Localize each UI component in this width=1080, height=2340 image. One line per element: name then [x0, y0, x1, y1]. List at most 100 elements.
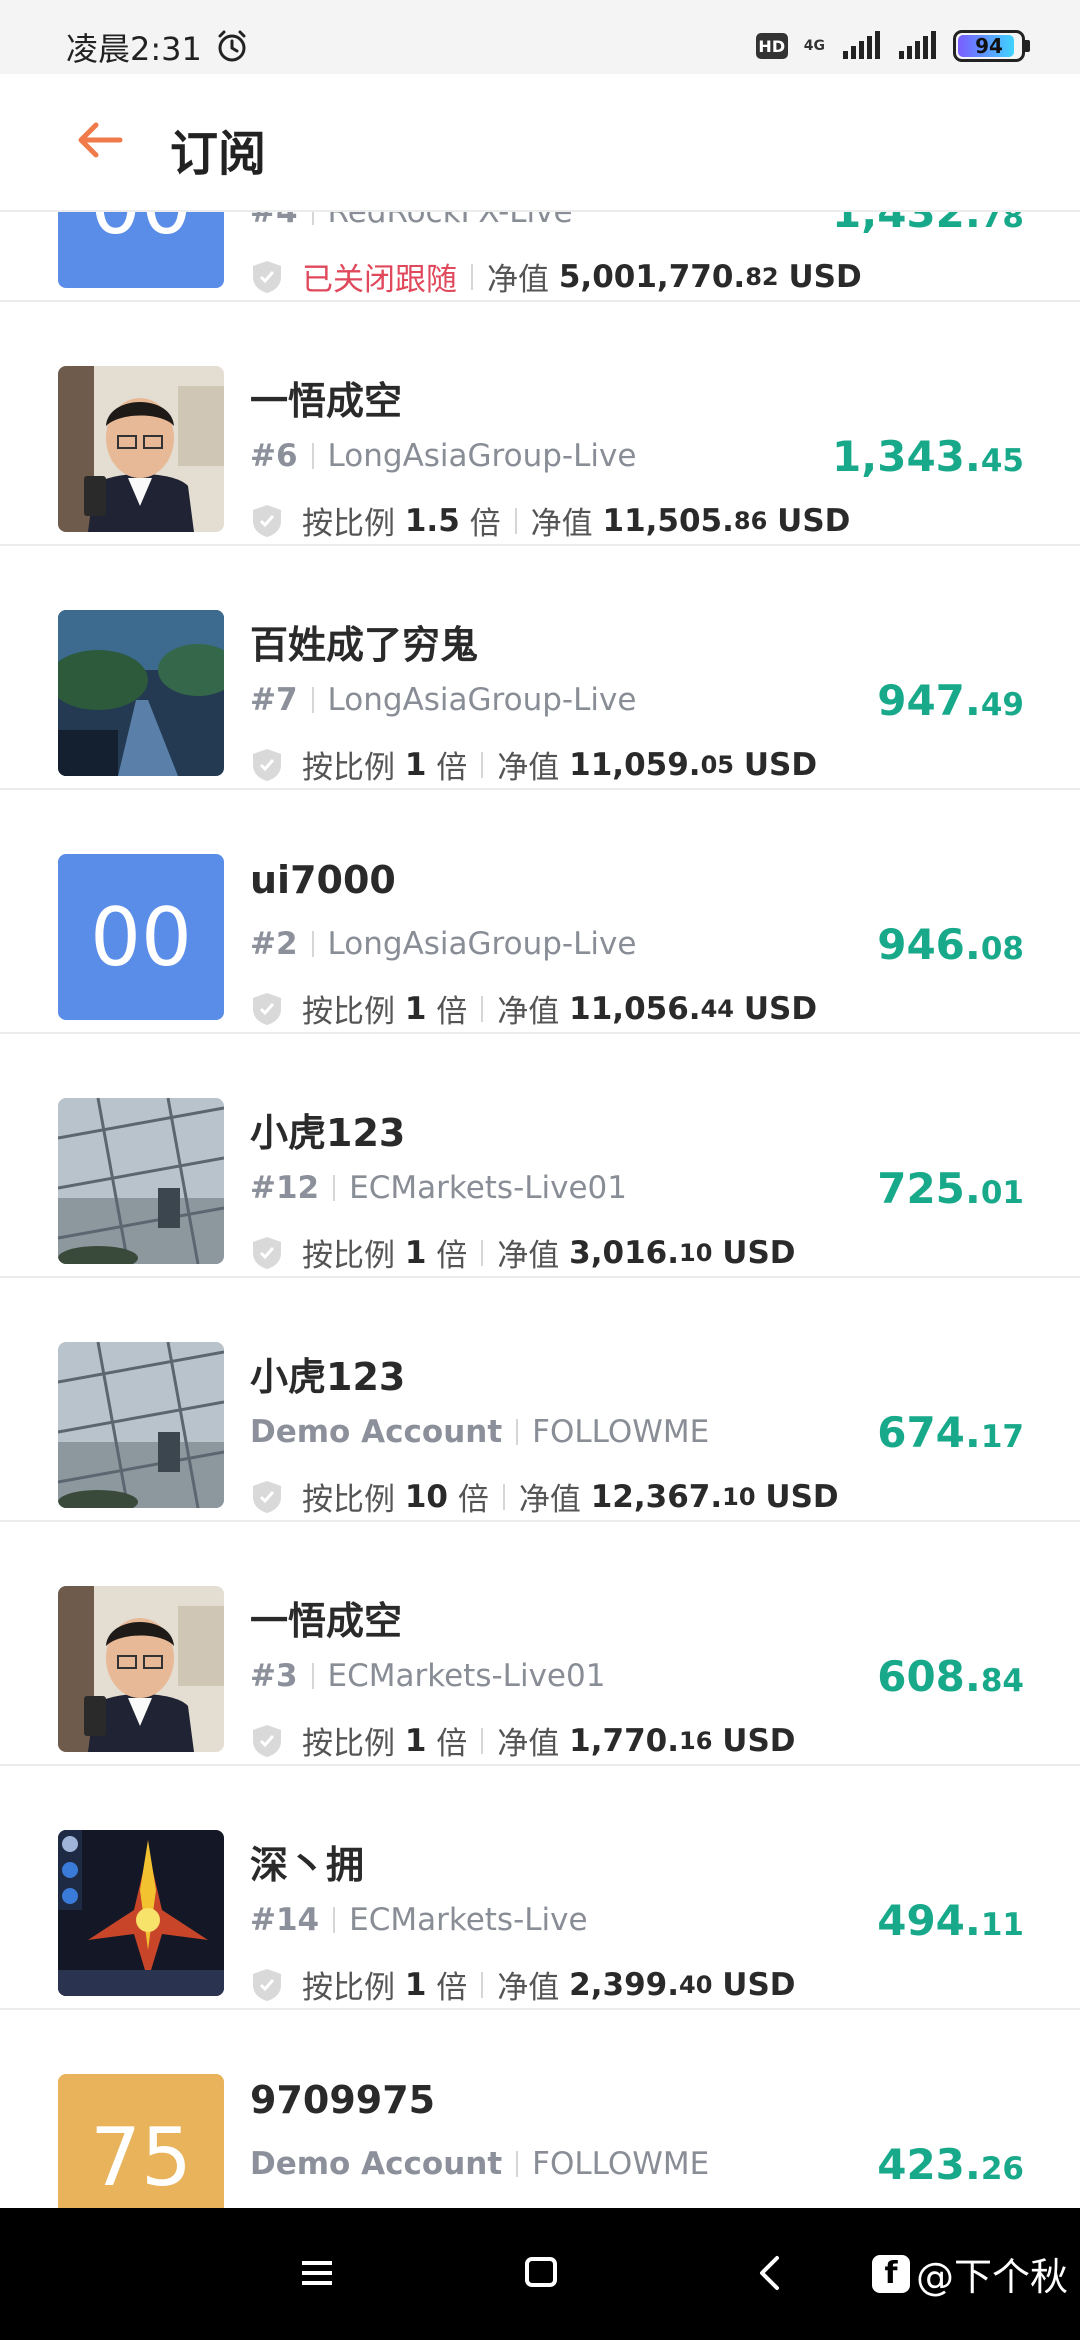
trader-name: 小虎123	[250, 1111, 406, 1155]
currency: USD	[777, 502, 851, 539]
equity-dec: 16	[679, 1726, 713, 1755]
ratio-prefix: 按比例	[302, 1238, 395, 1274]
hd-badge: HD	[755, 33, 788, 59]
equity-dec: 10	[722, 1482, 756, 1511]
ratio-suffix: 倍	[436, 750, 468, 786]
back-arrow-icon[interactable]	[74, 114, 126, 166]
avatar-text: 00	[90, 212, 192, 252]
account-info: #4 RedRockFX-Live	[250, 212, 573, 230]
equity-dec: 10	[679, 1238, 713, 1267]
currency: USD	[788, 258, 862, 295]
night-road-photo-icon	[58, 610, 224, 776]
profit-value: 608.84	[877, 1652, 1024, 1701]
follow-info: 已关闭跟随 净值 5,001,770. 82 USD	[250, 254, 862, 299]
profit-int: 1,343.	[832, 432, 981, 481]
currency: USD	[743, 990, 818, 1027]
account-info: #3 ECMarkets-Live01	[250, 1658, 605, 1694]
list-item[interactable]: 百姓成了穷鬼 #7 LongAsiaGroup-Live 按比例 1 倍 净值 …	[0, 546, 1080, 790]
list-item[interactable]: 小虎123 #12 ECMarkets-Live01 按比例 1 倍 净值 3,…	[0, 1034, 1080, 1278]
equity-label: 净值	[497, 1726, 560, 1762]
account-rank: #2	[250, 926, 298, 962]
equity-label: 净值	[487, 262, 549, 298]
trader-name: ui7000	[250, 858, 396, 902]
profit-dec: 49	[980, 687, 1024, 723]
equity-dec: 05	[700, 750, 734, 779]
server-name: FOLLOWME	[532, 1414, 710, 1450]
profit-value: 946.08	[877, 920, 1024, 969]
shield-icon	[253, 1480, 281, 1513]
avatar	[58, 1586, 224, 1752]
equity-label: 净值	[497, 750, 560, 786]
list-item[interactable]: 00 ui7000 #2 LongAsiaGroup-Live 按比例 1 倍 …	[0, 790, 1080, 1034]
equity-dec: 40	[679, 1970, 713, 1999]
glass-window-photo-icon	[58, 1342, 224, 1508]
equity-dec: 44	[700, 994, 734, 1023]
profit-dec: 26	[980, 2151, 1024, 2187]
battery-level: 94	[975, 34, 1003, 58]
avatar: 00	[58, 854, 224, 1020]
list-item[interactable]: 小虎123 Demo Account FOLLOWME 按比例 10 倍 净值 …	[0, 1278, 1080, 1522]
profit-value: 947.49	[877, 676, 1024, 725]
follow-info: 按比例 1 倍 净值 3,016. 10 USD	[250, 1230, 796, 1275]
currency: USD	[743, 746, 818, 783]
account-info: Demo Account FOLLOWME	[250, 2146, 709, 2182]
shield-icon	[253, 504, 281, 537]
list-item[interactable]: 深丶拥 #14 ECMarkets-Live 按比例 1 倍 净值 2,399.…	[0, 1766, 1080, 2010]
avatar-text: 00	[90, 890, 192, 984]
avatar-text: 75	[90, 2110, 192, 2204]
account-info: Demo Account FOLLOWME	[250, 1414, 709, 1450]
profit-value: 725.01	[877, 1164, 1024, 1213]
equity-dec: 82	[745, 262, 779, 291]
currency: USD	[722, 1722, 796, 1759]
follow-info: 按比例 1 倍 净值 1,770. 16 USD	[250, 1718, 796, 1763]
profit-int: 947.	[877, 676, 981, 725]
profit-int: 725.	[877, 1164, 981, 1213]
list-item[interactable]: 00 #4 RedRockFX-Live 已关闭跟随 净值 5,001,770.…	[0, 212, 1080, 302]
subscription-list[interactable]: 00 #4 RedRockFX-Live 已关闭跟随 净值 5,001,770.…	[0, 212, 1080, 2208]
trader-name: 一悟成空	[250, 379, 403, 423]
alarm-icon	[218, 30, 246, 62]
app-logo-icon: f	[871, 2254, 910, 2293]
profit-int: 608.	[877, 1652, 981, 1701]
game-ship-photo-icon	[58, 1830, 224, 1996]
list-item[interactable]: 一悟成空 #6 LongAsiaGroup-Live 按比例 1.5 倍 净值 …	[0, 302, 1080, 546]
avatar	[58, 1342, 224, 1508]
shield-icon	[253, 992, 281, 1025]
follow-info: 按比例 10 倍 净值 12,367. 10 USD	[250, 1474, 839, 1519]
server-name: ECMarkets-Live01	[349, 1170, 628, 1206]
trader-name: 9709975	[250, 2078, 436, 2122]
avatar	[58, 366, 224, 532]
profit-value: 1,343.45	[832, 432, 1024, 481]
account-rank: #6	[250, 438, 298, 474]
home-square-icon[interactable]	[524, 2256, 558, 2288]
battery-icon: 94	[953, 30, 1025, 62]
ratio-value: 1	[404, 1722, 427, 1759]
ratio-value: 1	[404, 990, 427, 1027]
follow-info: 按比例 1 倍 净值 11,059. 05 USD	[250, 742, 817, 787]
ratio-prefix: 按比例	[302, 994, 395, 1030]
profit-int: 423.	[877, 2140, 981, 2189]
shield-icon	[253, 748, 281, 781]
nav-back-icon[interactable]	[756, 2254, 782, 2292]
trader-name: 百姓成了穷鬼	[250, 623, 479, 667]
ratio-value: 1.5	[404, 502, 460, 539]
avatar	[58, 1098, 224, 1264]
profit-int: 946.	[877, 920, 981, 969]
profit-int: 1,432.	[832, 212, 981, 237]
server-name: ECMarkets-Live	[349, 1902, 588, 1938]
profit-value: 494.11	[877, 1896, 1024, 1945]
ratio-suffix: 倍	[436, 1238, 468, 1274]
list-item[interactable]: 75 9709975 Demo Account FOLLOWME 423.26	[0, 2010, 1080, 2208]
account-info: #6 LongAsiaGroup-Live	[250, 438, 636, 474]
ratio-value: 1	[404, 1234, 427, 1271]
status-time: 凌晨2:31	[66, 30, 202, 68]
ratio-suffix: 倍	[436, 1726, 468, 1762]
menu-icon[interactable]	[300, 2258, 334, 2288]
profit-dec: 17	[980, 1419, 1024, 1455]
profit-value: 1,432.78	[832, 212, 1024, 237]
avatar: 75	[58, 2074, 224, 2208]
currency: USD	[722, 1966, 796, 2003]
watermark: f @下个秋	[871, 2246, 1068, 2301]
status-bar: 凌晨2:31 HD 4G 94	[0, 0, 1080, 74]
list-item[interactable]: 一悟成空 #3 ECMarkets-Live01 按比例 1 倍 净值 1,77…	[0, 1522, 1080, 1766]
